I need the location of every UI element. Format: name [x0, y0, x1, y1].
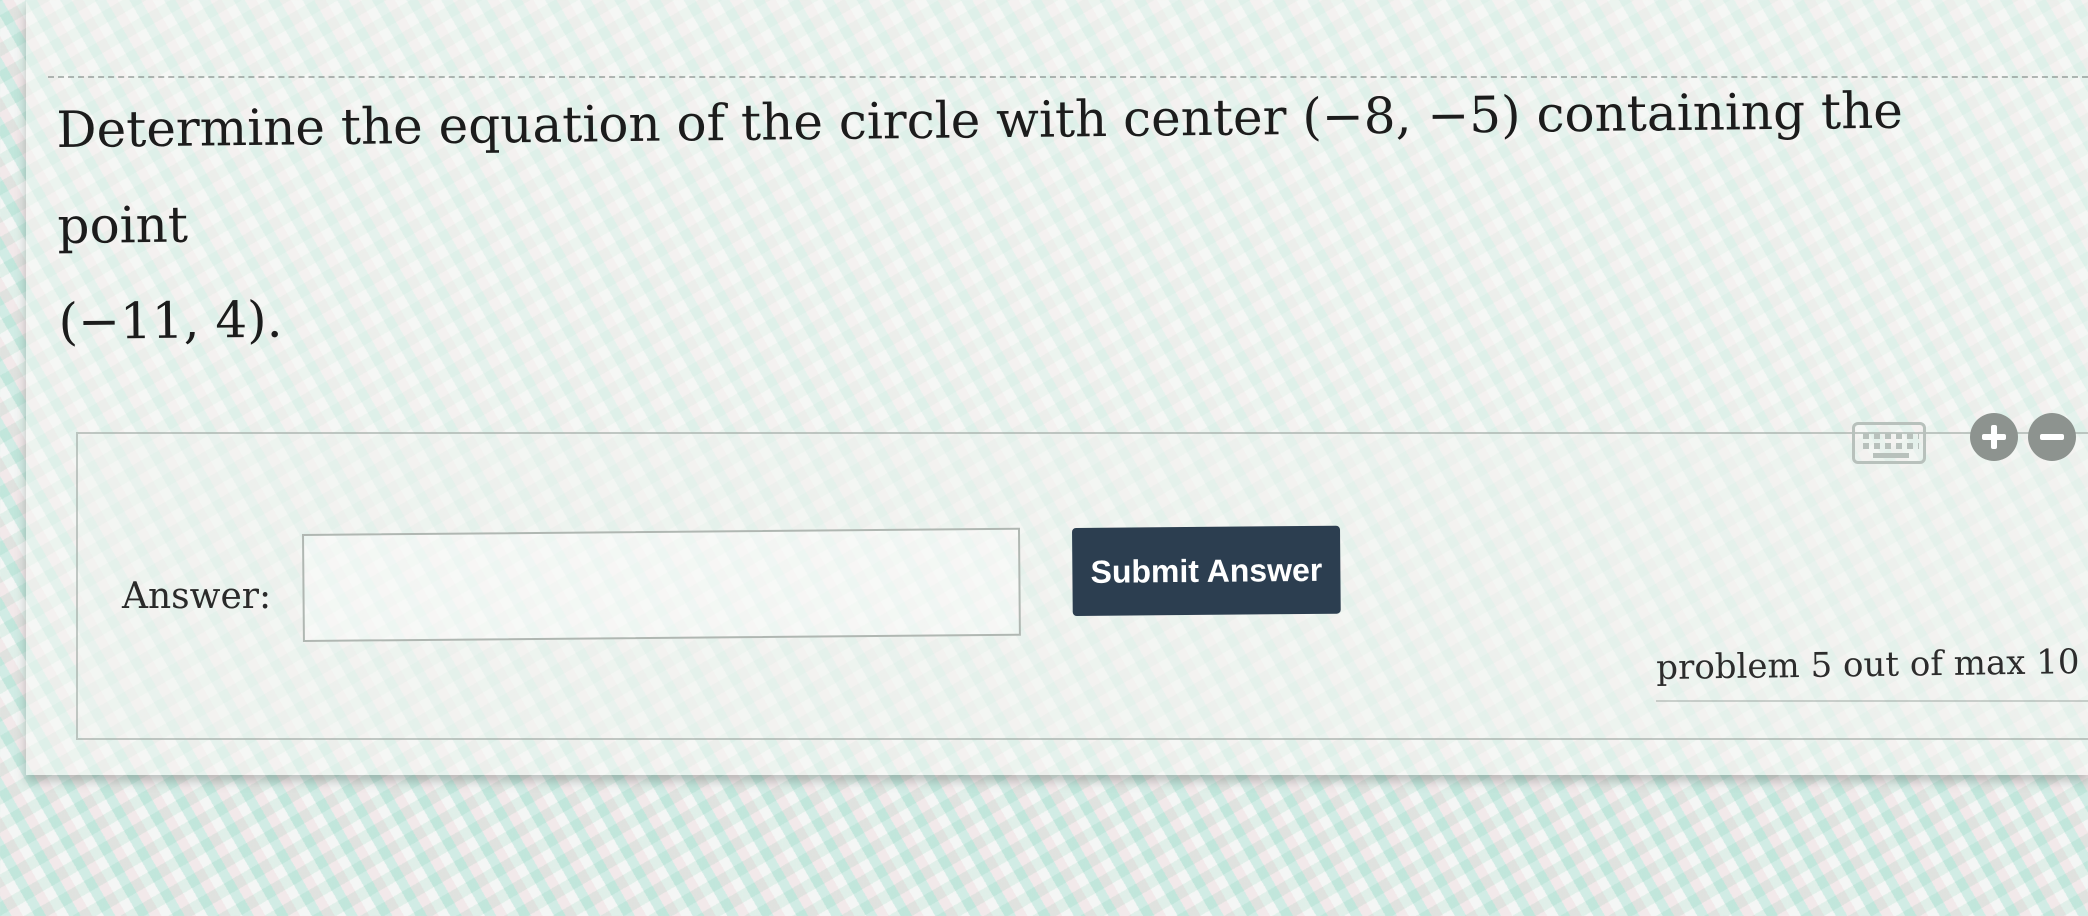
answer-label: Answer: — [122, 576, 272, 617]
panel-bottom-line — [1656, 700, 2088, 702]
minus-circle-icon[interactable] — [2028, 413, 2076, 461]
keyboard-icon[interactable] — [1852, 422, 1926, 464]
plus-circle-icon[interactable] — [1970, 413, 2018, 461]
submit-answer-button[interactable]: Submit Answer — [1072, 525, 1341, 616]
answer-input[interactable] — [302, 527, 1021, 642]
question-text: Determine the equation of the circle wit… — [56, 62, 1959, 370]
question-line-1: Determine the equation of the circle wit… — [56, 81, 1904, 255]
problem-counter: problem 5 out of max 10 — [1656, 642, 2080, 688]
question-line-2: (−11, 4). — [58, 290, 283, 351]
